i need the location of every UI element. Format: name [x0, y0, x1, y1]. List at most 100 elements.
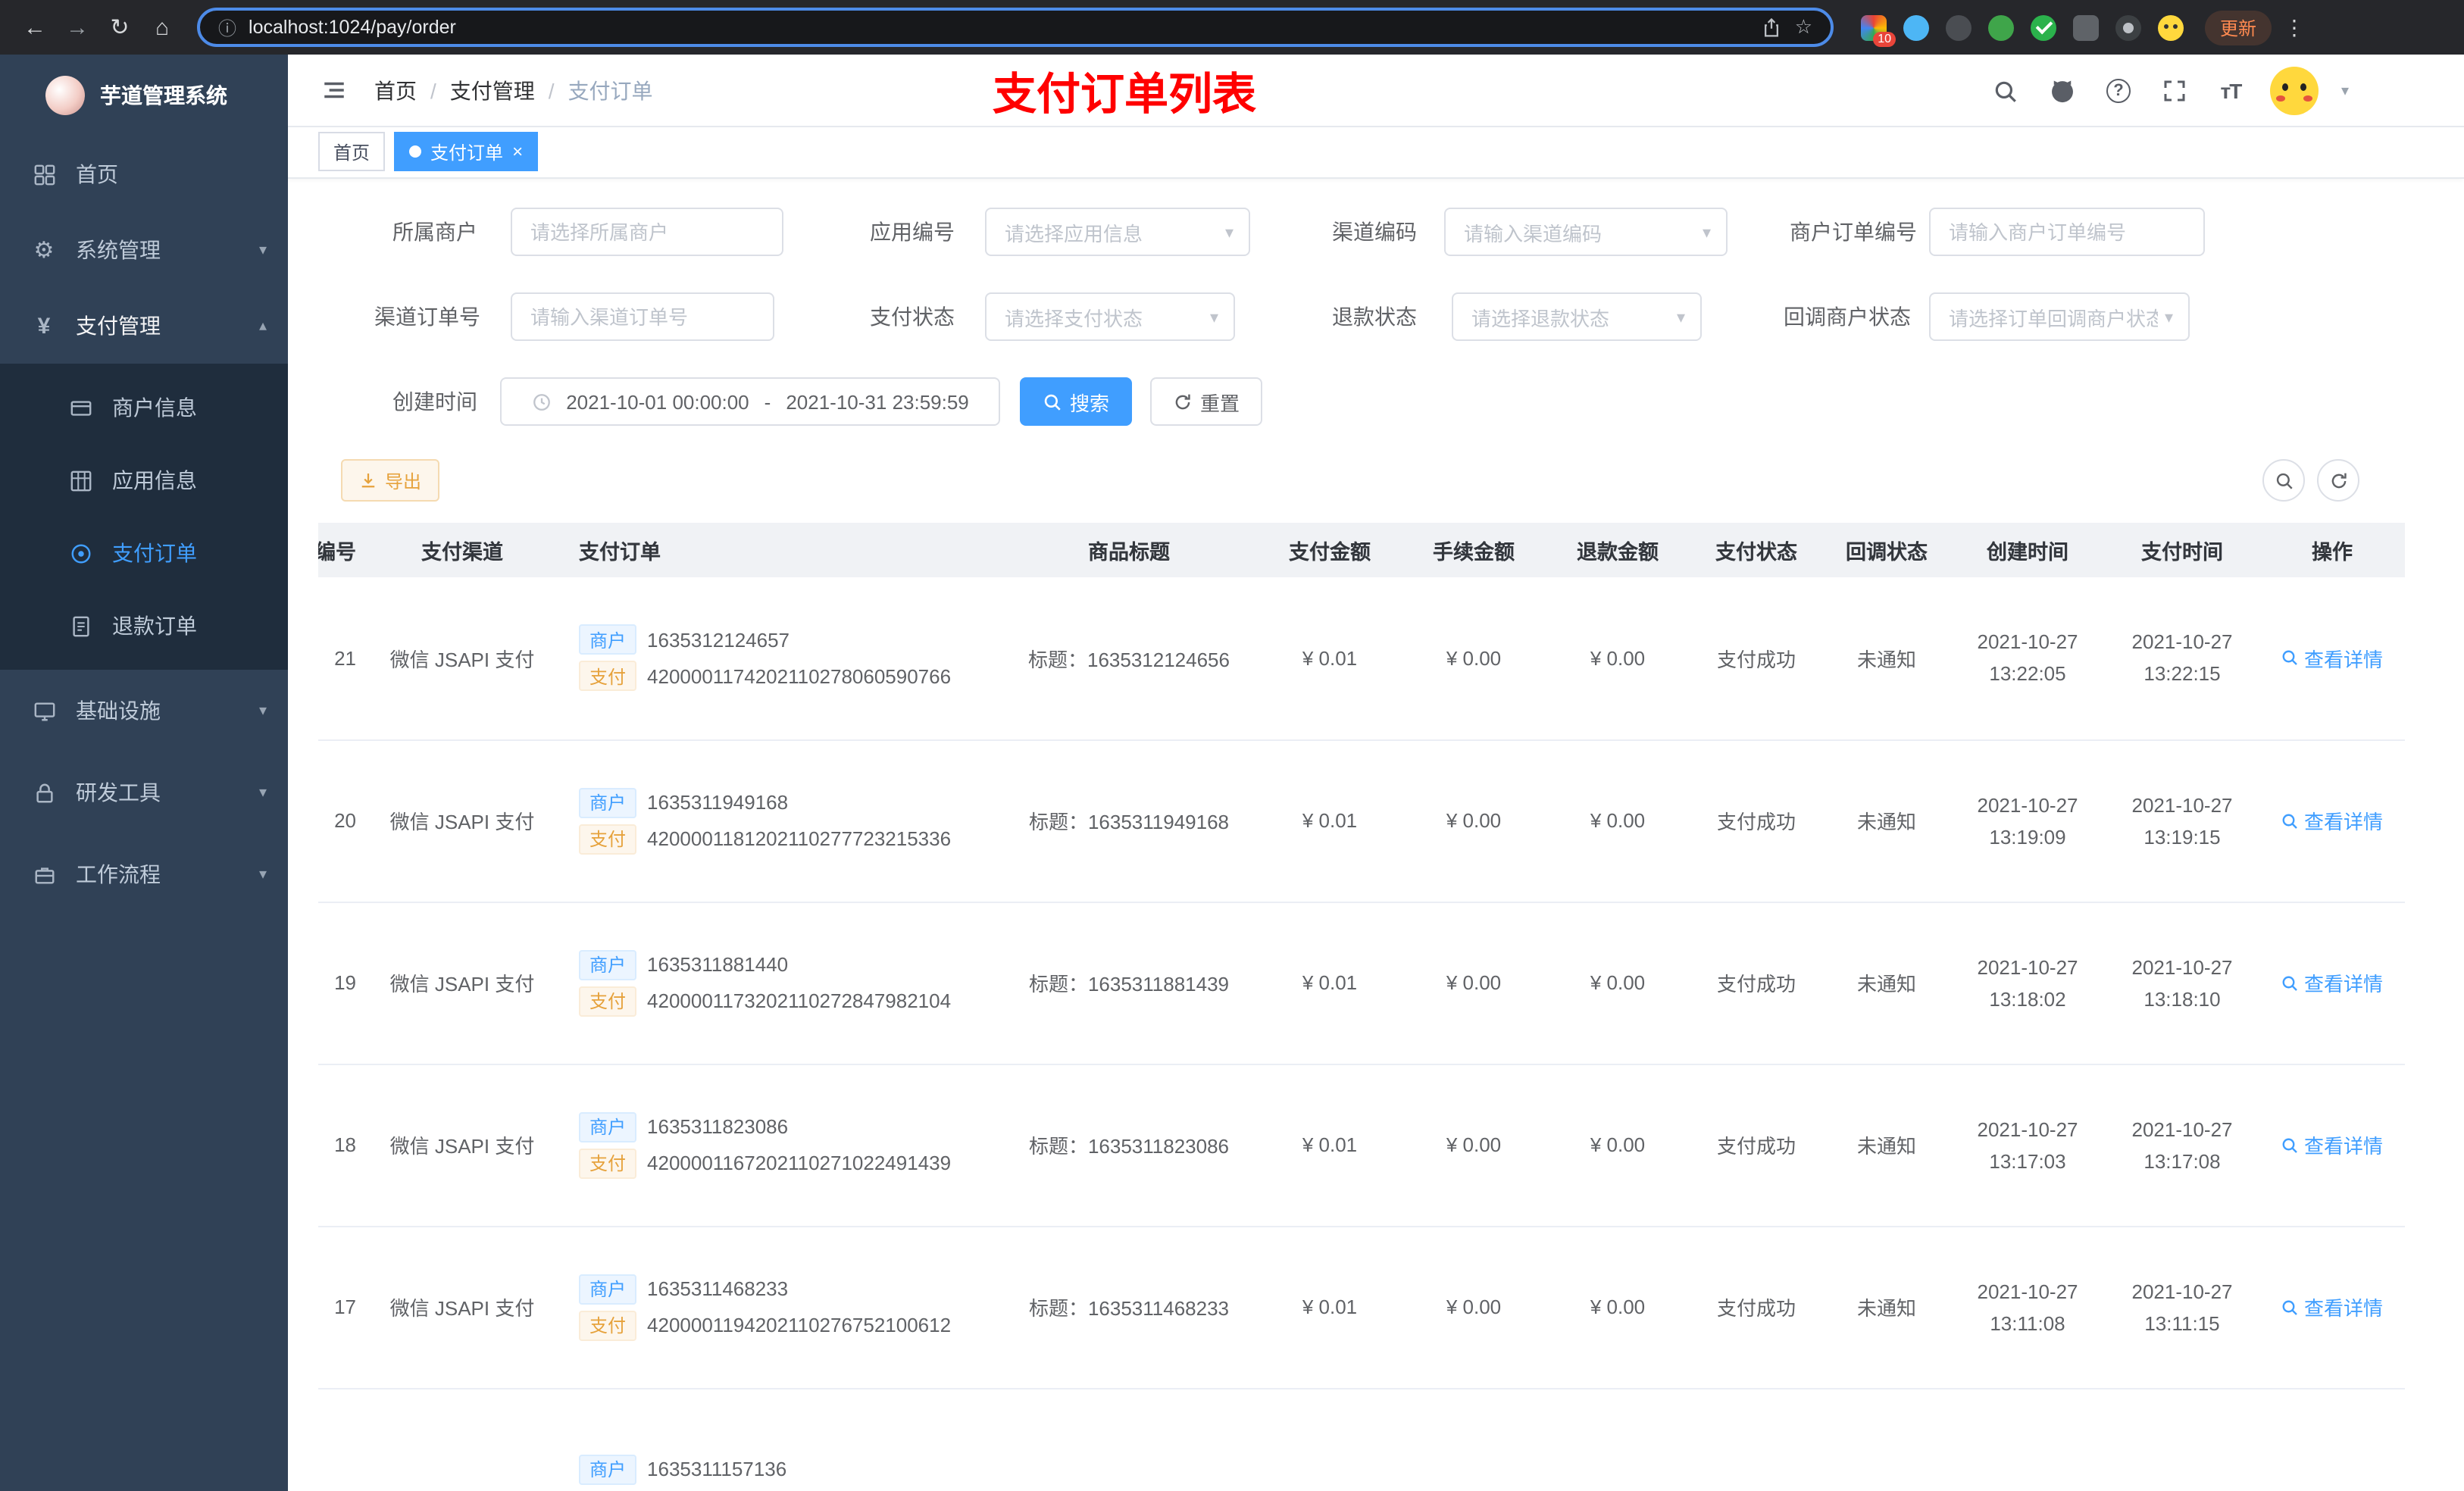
sidebar-item-label: 应用信息: [112, 468, 197, 492]
view-detail-link[interactable]: 查看详情: [2281, 644, 2383, 673]
extension-icon[interactable]: 10: [1861, 14, 1896, 46]
sidebar-item-home[interactable]: 首页: [0, 136, 288, 212]
url-bar[interactable]: ⓘ localhost:1024/pay/order ☆: [197, 8, 1834, 47]
notify-status: 未通知: [1823, 1226, 1950, 1389]
lock-icon: [30, 781, 58, 804]
extension-icon[interactable]: [2073, 14, 2099, 40]
sidebar-item-merchant-info[interactable]: 商户信息: [0, 371, 288, 444]
view-detail-link[interactable]: 查看详情: [2281, 1293, 2383, 1321]
extension-icon[interactable]: [1903, 14, 1929, 40]
merchant-tag: 商户: [579, 1111, 637, 1142]
merchant-filter-input[interactable]: [511, 208, 783, 256]
sidebar-item-refund-order[interactable]: 退款订单: [0, 589, 288, 662]
notify-status-select[interactable]: 请选择订单回调商户状态 ▾: [1929, 292, 2190, 341]
view-detail-link[interactable]: 查看详情: [2281, 968, 2383, 997]
refund-status-filter-label: 退款状态: [1332, 305, 1417, 329]
close-icon[interactable]: ×: [512, 142, 523, 161]
col-order: 支付订单: [561, 523, 1000, 577]
tab-pay-order[interactable]: 支付订单 ×: [394, 132, 539, 171]
breadcrumb-section[interactable]: 支付管理: [450, 75, 535, 105]
sidebar-item-app-info[interactable]: 应用信息: [0, 444, 288, 517]
notify-status: 未通知: [1823, 902, 1950, 1064]
refund-status-select[interactable]: 请选择退款状态 ▾: [1452, 292, 1702, 341]
back-icon[interactable]: ←: [15, 8, 55, 47]
product-title: 标题：1635311823086: [1000, 1064, 1258, 1227]
order-id: 17: [318, 1226, 364, 1389]
create-time: 2021-10-27 13:22:05: [1950, 577, 2105, 740]
merchant-tag: 商户: [579, 1454, 637, 1484]
pay-status-select[interactable]: 请选择支付状态 ▾: [985, 292, 1235, 341]
sidebar-item-infra[interactable]: 基础设施 ▾: [0, 670, 288, 752]
github-icon[interactable]: [2046, 74, 2079, 108]
sidebar-item-dev-tools[interactable]: 研发工具 ▾: [0, 752, 288, 833]
site-info-icon[interactable]: ⓘ: [218, 14, 236, 40]
extension-icon[interactable]: [2031, 14, 2056, 40]
channel-order-no-input[interactable]: [511, 292, 774, 341]
refund-amount: ¥ 0.00: [1546, 739, 1690, 902]
pay-amount: ¥ 0.01: [1258, 1064, 1402, 1227]
extension-icon[interactable]: [1988, 14, 2014, 40]
order-id: 18: [318, 1064, 364, 1227]
app-title: 芋道管理系统: [100, 83, 227, 108]
browser-menu-icon[interactable]: ⋮: [2284, 14, 2305, 40]
home-icon[interactable]: ⌂: [142, 8, 182, 47]
active-dot-icon: [409, 145, 422, 158]
search-button[interactable]: 搜索: [1020, 377, 1133, 426]
payment-submenu: 商户信息 应用信息 支付订单 退款订单: [0, 364, 288, 670]
url-text[interactable]: localhost:1024/pay/order: [249, 17, 1750, 38]
help-icon[interactable]: ?: [2102, 74, 2135, 108]
pay-order-cell: 商户 1635311881440 支付 4200001173202110272847…: [561, 902, 1000, 1064]
merchant-order-no: 1635311949168: [647, 791, 789, 814]
fullscreen-icon[interactable]: [2158, 74, 2191, 108]
fee-amount: ¥ 0.00: [1402, 1064, 1546, 1227]
sidebar-item-pay-order[interactable]: 支付订单: [0, 517, 288, 589]
avatar-caret-icon[interactable]: ▾: [2341, 83, 2349, 99]
extension-icon[interactable]: [1946, 14, 1972, 40]
search-icon[interactable]: [1990, 74, 2023, 108]
toggle-search-button[interactable]: [2262, 459, 2305, 502]
share-icon[interactable]: [1762, 17, 1783, 38]
refresh-button[interactable]: [2317, 459, 2359, 502]
channel-code-filter-select[interactable]: 请输入渠道编码 ▾: [1444, 208, 1728, 256]
app-filter-select[interactable]: 请选择应用信息 ▾: [985, 208, 1250, 256]
fee-amount: ¥ 0.00: [1402, 1226, 1546, 1389]
tab-home[interactable]: 首页: [318, 132, 386, 171]
sidebar-item-payment[interactable]: ¥ 支付管理 ▴: [0, 288, 288, 364]
sidebar-item-system[interactable]: ⚙ 系统管理 ▾: [0, 212, 288, 288]
pay-status: 支付成功: [1690, 739, 1823, 902]
chevron-down-icon: ▾: [1702, 223, 1711, 242]
notify-status: 未通知: [1823, 577, 1950, 740]
user-avatar[interactable]: [2269, 67, 2319, 115]
pay-status: 支付成功: [1690, 1064, 1823, 1227]
sidebar-item-workflow[interactable]: 工作流程 ▾: [0, 833, 288, 915]
yen-icon: ¥: [37, 313, 51, 339]
breadcrumb-separator: /: [548, 78, 555, 102]
sidebar-item-label: 系统管理: [76, 238, 161, 262]
font-size-icon[interactable]: тT: [2214, 74, 2247, 108]
clock-icon: [531, 392, 551, 411]
view-detail-link[interactable]: 查看详情: [2281, 806, 2383, 835]
sidebar-item-label: 研发工具: [76, 780, 161, 805]
merchant-order-no: 1635311468233: [647, 1277, 789, 1300]
bookmark-star-icon[interactable]: ☆: [1795, 15, 1812, 39]
forward-icon[interactable]: →: [58, 8, 97, 47]
app-logo[interactable]: 芋道管理系统: [0, 55, 288, 136]
monitor-icon: [30, 699, 58, 722]
col-refund: 退款金额: [1546, 523, 1690, 577]
reload-icon[interactable]: ↻: [100, 8, 139, 47]
view-detail-link[interactable]: 查看详情: [2281, 1130, 2383, 1159]
fee-amount: ¥ 0.00: [1402, 577, 1546, 740]
extensions-pin-icon[interactable]: [2115, 14, 2141, 40]
merchant-order-no-input[interactable]: [1929, 208, 2205, 256]
browser-update-button[interactable]: 更新: [2205, 10, 2272, 45]
profile-avatar-icon[interactable]: [2158, 14, 2184, 40]
pay-tag: 支付: [579, 1148, 637, 1178]
breadcrumb-home[interactable]: 首页: [374, 75, 417, 105]
browser-chrome: ← → ↻ ⌂ ⓘ localhost:1024/pay/order ☆ 10 …: [0, 0, 2464, 55]
export-button[interactable]: 导出: [341, 459, 440, 502]
reset-button[interactable]: 重置: [1150, 377, 1263, 426]
create-time-range[interactable]: 2021-10-01 00:00:00 - 2021-10-31 23:59:5…: [500, 377, 1000, 426]
chevron-down-icon: ▾: [1209, 308, 1218, 327]
hamburger-icon[interactable]: [314, 70, 353, 110]
col-channel: 支付渠道: [364, 523, 561, 577]
